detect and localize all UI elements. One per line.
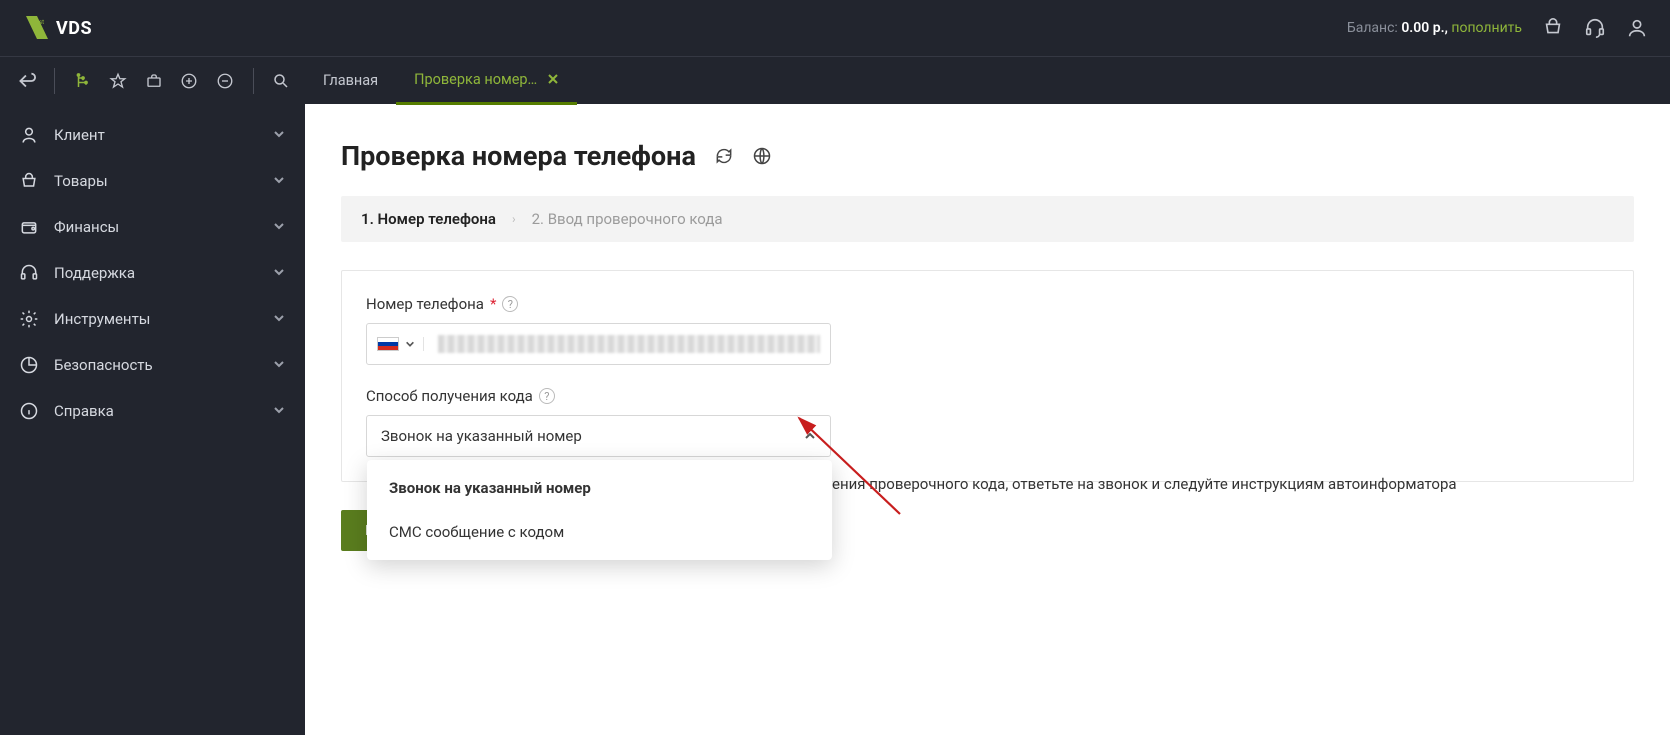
field-method: Способ получения кода ? Звонок на указан… <box>366 387 1609 457</box>
method-select[interactable]: Звонок на указанный номер Звонок на указ… <box>366 415 831 457</box>
sidebar-item-label: Справка <box>54 402 259 420</box>
dropdown-option-call[interactable]: Звонок на указанный номер <box>367 466 832 510</box>
star-icon[interactable] <box>108 70 128 92</box>
toolbar-separator <box>253 68 254 94</box>
balance-amount: 0.00 р., <box>1401 20 1448 36</box>
pie-chart-icon <box>18 354 40 376</box>
back-icon[interactable] <box>14 70 36 92</box>
person-icon <box>18 124 40 146</box>
svg-text:st: st <box>39 19 44 26</box>
search-icon[interactable] <box>271 70 291 92</box>
balance-display: Баланс: 0.00 р., пополнить <box>1347 20 1522 36</box>
field-label: Номер телефона * ? <box>366 295 1609 313</box>
sidebar-item-client[interactable]: Клиент <box>0 112 305 158</box>
wizard-step-2: 2. Ввод проверочного кода <box>532 210 723 228</box>
chevron-down-icon <box>273 358 287 372</box>
field-phone: Номер телефона * ? <box>366 295 1609 365</box>
body: Клиент Товары Финансы Поддержка Инструме… <box>0 104 1670 735</box>
page-title-row: Проверка номера телефона <box>341 140 1634 172</box>
chevron-down-icon <box>273 266 287 280</box>
chevron-right-icon: › <box>512 212 516 226</box>
page-title: Проверка номера телефона <box>341 140 696 172</box>
sidebar-item-label: Безопасность <box>54 356 259 374</box>
field-label: Способ получения кода ? <box>366 387 1609 405</box>
phone-input[interactable] <box>366 323 831 365</box>
chevron-down-icon <box>273 220 287 234</box>
tab-bar: Главная Проверка номер… <box>305 57 577 105</box>
briefcase-icon[interactable] <box>144 70 164 92</box>
phone-label-text: Номер телефона <box>366 295 484 313</box>
toolbar-separator <box>54 68 55 94</box>
help-icon[interactable]: ? <box>502 296 518 312</box>
sidebar-item-label: Финансы <box>54 218 259 236</box>
app-header: st VDS Баланс: 0.00 р., пополнить <box>0 0 1670 56</box>
info-text: ения проверочного кода, ответьте на звон… <box>832 475 1609 493</box>
dropdown-option-sms[interactable]: СМС сообщение с кодом <box>367 510 832 554</box>
user-icon[interactable] <box>1626 17 1648 39</box>
sidebar-item-label: Клиент <box>54 126 259 144</box>
flag-ru-icon <box>377 337 399 351</box>
chevron-up-icon <box>804 430 816 442</box>
gear-icon <box>18 308 40 330</box>
sidebar-item-label: Поддержка <box>54 264 259 282</box>
toolbar-row: Главная Проверка номер… <box>0 56 1670 104</box>
logo[interactable]: st VDS <box>22 13 92 43</box>
country-selector[interactable] <box>377 337 424 351</box>
chevron-down-icon <box>273 128 287 142</box>
tab-main[interactable]: Главная <box>305 57 396 105</box>
tab-label: Главная <box>323 72 378 89</box>
info-text-tail: ения проверочного кода, ответьте на звон… <box>832 475 1457 493</box>
wallet-icon <box>18 216 40 238</box>
phone-value-redacted <box>438 335 820 353</box>
info-icon <box>18 400 40 422</box>
logo-mark-icon: st <box>22 13 52 43</box>
sidebar-item-label: Товары <box>54 172 259 190</box>
globe-icon[interactable] <box>752 146 772 166</box>
tab-label: Проверка номер… <box>414 71 537 88</box>
help-icon[interactable]: ? <box>539 388 555 404</box>
close-icon[interactable] <box>547 73 559 85</box>
header-right: Баланс: 0.00 р., пополнить <box>1347 17 1648 39</box>
sidebar-item-finance[interactable]: Финансы <box>0 204 305 250</box>
headset-icon <box>18 262 40 284</box>
sidebar-item-tools[interactable]: Инструменты <box>0 296 305 342</box>
sidebar-item-label: Инструменты <box>54 310 259 328</box>
sidebar: Клиент Товары Финансы Поддержка Инструме… <box>0 104 305 735</box>
form-panel: Номер телефона * ? Способ получения кода … <box>341 270 1634 482</box>
chevron-down-icon <box>273 404 287 418</box>
select-value: Звонок на указанный номер <box>381 427 582 445</box>
basket-icon <box>18 170 40 192</box>
sidebar-item-security[interactable]: Безопасность <box>0 342 305 388</box>
method-label-text: Способ получения кода <box>366 387 533 405</box>
refresh-icon[interactable] <box>714 146 734 166</box>
chevron-down-icon <box>273 174 287 188</box>
logo-text: VDS <box>56 18 92 39</box>
wizard-steps: 1. Номер телефона › 2. Ввод проверочного… <box>341 196 1634 242</box>
tab-phone-check[interactable]: Проверка номер… <box>396 57 577 105</box>
chevron-down-icon <box>273 312 287 326</box>
wizard-step-1[interactable]: 1. Номер телефона <box>361 210 496 228</box>
toolbar-left <box>0 68 305 94</box>
chevron-down-icon <box>405 339 415 349</box>
topup-link[interactable]: пополнить <box>1451 20 1522 36</box>
sidebar-item-help[interactable]: Справка <box>0 388 305 434</box>
headset-icon[interactable] <box>1584 17 1606 39</box>
plus-circle-icon[interactable] <box>179 70 199 92</box>
method-dropdown: Звонок на указанный номер СМС сообщение … <box>367 460 832 560</box>
tree-icon[interactable] <box>73 70 93 92</box>
sidebar-item-goods[interactable]: Товары <box>0 158 305 204</box>
balance-label: Баланс: <box>1347 20 1398 36</box>
cart-icon[interactable] <box>1542 17 1564 39</box>
required-mark: * <box>490 295 496 313</box>
sidebar-item-support[interactable]: Поддержка <box>0 250 305 296</box>
minus-circle-icon[interactable] <box>215 70 235 92</box>
content-area: Проверка номера телефона 1. Номер телефо… <box>305 104 1670 735</box>
